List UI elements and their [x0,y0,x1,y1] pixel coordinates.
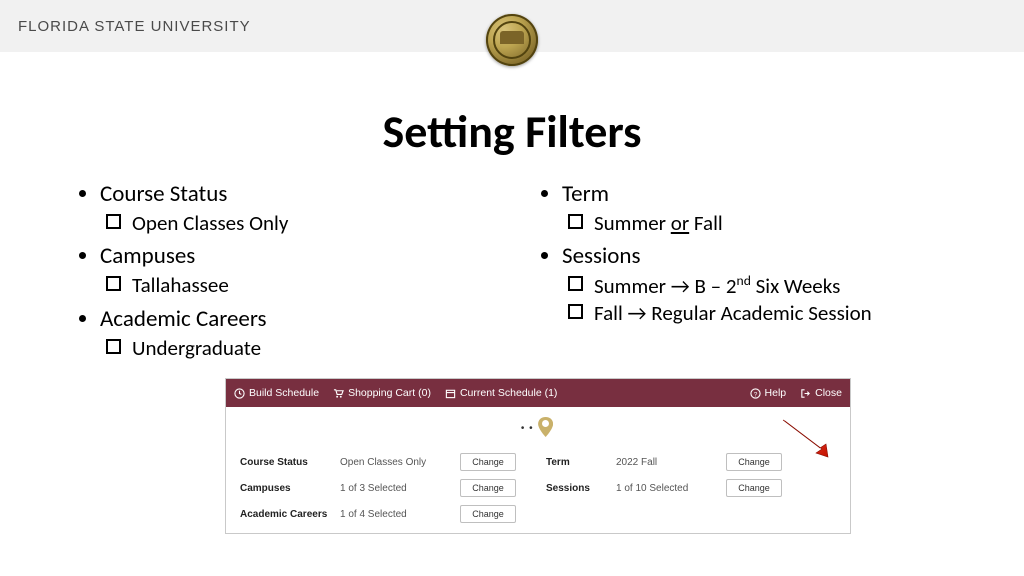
sub-fall-session: Fall → Regular Academic Session [568,300,964,326]
university-brand: FLORIDA STATE UNIVERSITY [18,18,251,35]
bullet-sessions: Sessions Summer → B – 2nd Six Weeks Fall… [562,242,964,326]
value-sessions: 1 of 10 Selected [616,483,726,494]
sub-text: Fall [689,210,723,236]
help-icon: ? [750,388,761,399]
left-column: Course Status Open Classes Only Campuses… [70,180,502,367]
clock-icon [234,388,245,399]
checkbox-icon [106,276,121,291]
value-course-status: Open Classes Only [340,457,460,468]
app-body: • • Course Status Open Classes Only Chan… [226,407,850,533]
change-button-course-status[interactable]: Change [460,453,516,471]
bullet-term: Term Summer or Fall [562,180,964,236]
label-campuses: Campuses [240,483,340,494]
nav-label: Close [815,387,842,399]
label-course-status: Course Status [240,457,340,468]
label-sessions: Sessions [546,483,616,494]
nav-label: Current Schedule (1) [460,387,557,399]
slide-title: Setting Filters [0,104,1024,160]
university-seal [486,14,538,66]
value-academic-careers: 1 of 4 Selected [340,509,460,520]
bullet-head: Term [562,180,609,208]
sub-text: Tallahassee [132,272,229,298]
bullet-head: Academic Careers [100,305,266,333]
sub-text: Fall → Regular Academic Session [594,300,872,326]
nav-shopping-cart[interactable]: Shopping Cart (0) [333,387,431,399]
content-columns: Course Status Open Classes Only Campuses… [0,160,1024,367]
logout-icon [800,388,811,399]
change-button-term[interactable]: Change [726,453,782,471]
bullet-head: Course Status [100,180,227,208]
nav-label: Shopping Cart (0) [348,387,431,399]
cart-icon [333,388,344,399]
checkbox-icon [568,304,583,319]
schedule-builder-screenshot: Build Schedule Shopping Cart (0) Current… [225,378,851,534]
bullet-campuses: Campuses Tallahassee [100,242,502,298]
sub-text: Undergraduate [132,335,261,361]
nav-build-schedule[interactable]: Build Schedule [234,387,319,399]
checkbox-icon [106,214,121,229]
sub-summer-session: Summer → B – 2nd Six Weeks [568,272,964,299]
underline-or: or [671,210,689,236]
sub-undergrad: Undergraduate [106,335,502,361]
right-column: Term Summer or Fall Sessions Summer → B … [532,180,964,367]
sub-text: Open Classes Only [132,210,288,236]
map-pin-icon [538,417,553,437]
filter-grid: Course Status Open Classes Only Change T… [240,453,836,523]
nav-close[interactable]: Close [800,387,842,399]
bullet-head: Sessions [562,242,641,270]
superscript: nd [737,272,751,289]
checkbox-icon [568,214,583,229]
change-button-sessions[interactable]: Change [726,479,782,497]
bullet-course-status: Course Status Open Classes Only [100,180,502,236]
map-pin-row: • • [240,413,836,453]
label-term: Term [546,457,616,468]
sub-open-classes: Open Classes Only [106,210,502,236]
app-nav-bar: Build Schedule Shopping Cart (0) Current… [226,379,850,407]
checkbox-icon [106,339,121,354]
label-academic-careers: Academic Careers [240,509,340,520]
calendar-icon [445,388,456,399]
sub-term-value: Summer or Fall [568,210,964,236]
change-button-academic-careers[interactable]: Change [460,505,516,523]
nav-label: Build Schedule [249,387,319,399]
change-button-campuses[interactable]: Change [460,479,516,497]
bullet-head: Campuses [100,242,195,270]
sub-text: Summer → B – 2 [594,273,737,299]
svg-text:?: ? [753,391,757,398]
nav-label: Help [765,387,787,399]
checkbox-icon [568,276,583,291]
value-term: 2022 Fall [616,457,726,468]
sub-text: Summer [594,210,671,236]
sub-tallahassee: Tallahassee [106,272,502,298]
sub-text: Six Weeks [751,273,840,299]
nav-current-schedule[interactable]: Current Schedule (1) [445,387,557,399]
bullet-academic-careers: Academic Careers Undergraduate [100,305,502,361]
nav-help[interactable]: ? Help [750,387,787,399]
value-campuses: 1 of 3 Selected [340,483,460,494]
